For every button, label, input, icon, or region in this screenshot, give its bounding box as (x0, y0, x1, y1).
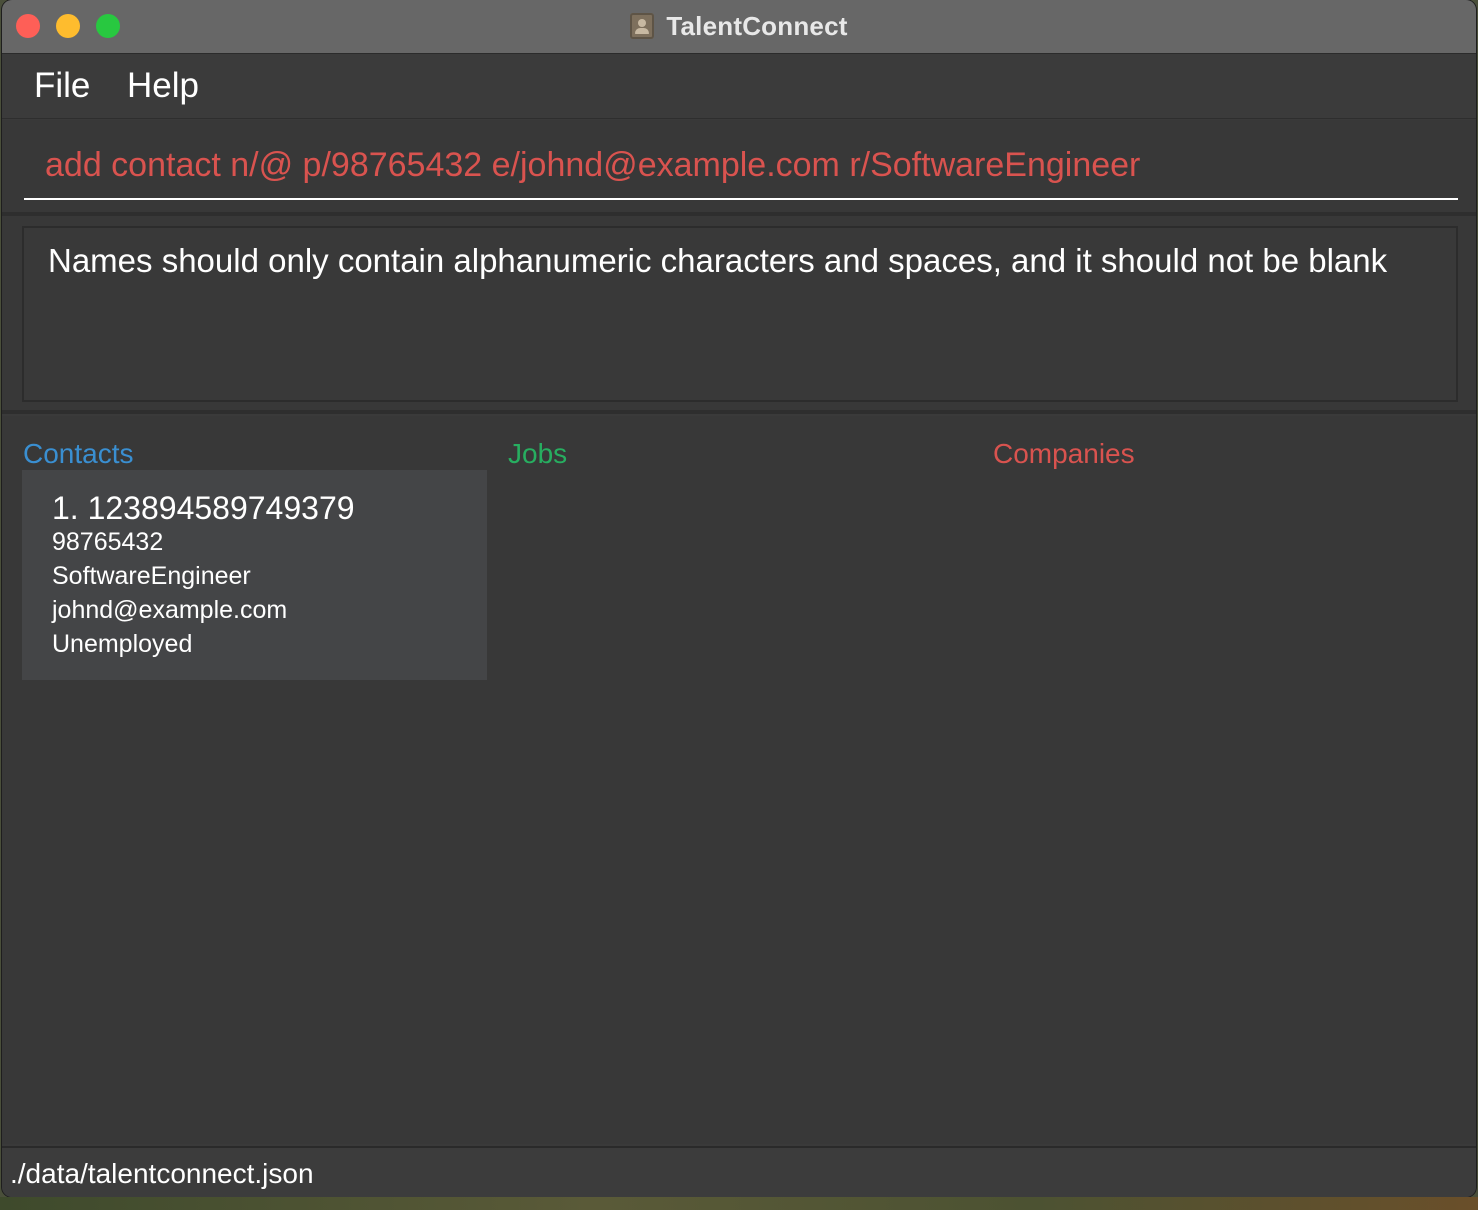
window-title-group: TalentConnect (2, 0, 1476, 52)
save-location: ./data/talentconnect.json (10, 1158, 314, 1189)
contact-phone: 98765432 (52, 528, 164, 556)
contact-card[interactable]: 1. 123894589749379 98765432 SoftwareEngi… (22, 470, 487, 680)
list-panels: Contacts Jobs Companies 1. 1238945897493… (2, 416, 1476, 1144)
title-bar[interactable]: TalentConnect (2, 0, 1476, 54)
result-message: Names should only contain alphanumeric c… (48, 242, 1388, 279)
window-title: TalentConnect (666, 10, 848, 41)
result-display: Names should only contain alphanumeric c… (22, 226, 1458, 402)
menu-file[interactable]: File (34, 66, 90, 106)
jobs-header: Jobs (508, 438, 568, 469)
menu-bar: File Help (2, 54, 1476, 119)
desktop-background (0, 1197, 1478, 1210)
app-window: TalentConnect File Help Names should onl… (2, 0, 1476, 1197)
command-input[interactable] (24, 132, 1458, 200)
companies-header: Companies (993, 438, 1135, 469)
status-bar: ./data/talentconnect.json (2, 1146, 1476, 1197)
contact-status: Unemployed (52, 630, 193, 658)
contact-email: johnd@example.com (52, 596, 288, 624)
result-area: Names should only contain alphanumeric c… (2, 216, 1476, 410)
contacts-app-icon (630, 13, 655, 39)
divider (2, 410, 1476, 414)
contact-role: SoftwareEngineer (52, 562, 251, 590)
menu-help[interactable]: Help (127, 66, 199, 106)
command-box (2, 120, 1476, 212)
contacts-header: Contacts (23, 438, 134, 469)
contact-name: 1. 123894589749379 (52, 490, 355, 526)
